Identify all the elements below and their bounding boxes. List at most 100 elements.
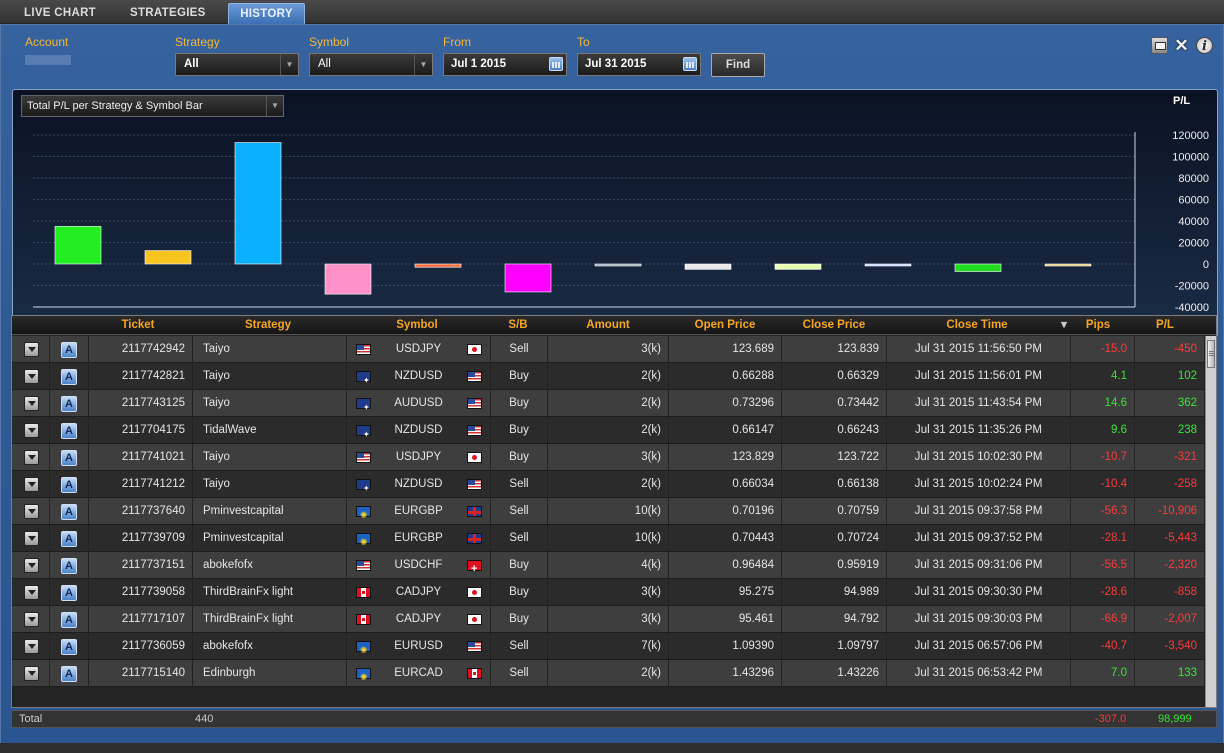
tab-strategies[interactable]: STRATEGIES: [120, 3, 216, 24]
row-dropdown-icon[interactable]: [24, 477, 39, 492]
table-row[interactable]: A 2117742821TaiyoNZDUSDBuy2(k)0.662880.66…: [12, 363, 1205, 390]
row-dropdown-icon[interactable]: [24, 342, 39, 357]
close-icon[interactable]: ✕: [1173, 37, 1190, 54]
tab-history[interactable]: HISTORY: [228, 3, 305, 24]
pl-cell: -321: [1135, 444, 1205, 471]
column-header-close-price[interactable]: Close Price: [782, 316, 886, 335]
analyze-icon[interactable]: A: [61, 558, 77, 574]
flag-icon: [467, 506, 482, 517]
bottom-strip: [0, 743, 1224, 753]
analyze-icon[interactable]: A: [61, 396, 77, 412]
row-dropdown-icon[interactable]: [24, 396, 39, 411]
analyze-icon[interactable]: A: [61, 531, 77, 547]
table-row[interactable]: A 2117736059abokefofxEURUSDSell7(k)1.0939…: [12, 633, 1205, 660]
side-cell: Buy: [491, 390, 548, 417]
pips-cell: -28.6: [1071, 579, 1135, 606]
column-header-pips[interactable]: Pips: [1072, 316, 1124, 335]
pips-cell: 7.0: [1071, 660, 1135, 687]
from-date-field[interactable]: Jul 1 2015: [443, 53, 567, 76]
analyze-icon[interactable]: A: [61, 504, 77, 520]
symbol-select[interactable]: All ▼: [309, 53, 433, 76]
analyze-icon[interactable]: A: [61, 612, 77, 628]
column-header-amount[interactable]: Amount: [548, 316, 668, 335]
analyze-icon[interactable]: A: [61, 423, 77, 439]
column-header-strategy[interactable]: Strategy: [192, 316, 344, 335]
row-dropdown-icon[interactable]: [24, 369, 39, 384]
scrollbar-thumb[interactable]: [1207, 340, 1215, 368]
tab-live-chart[interactable]: LIVE CHART: [14, 3, 106, 24]
strategy-select[interactable]: All ▼: [175, 53, 299, 76]
strategy-cell: Pminvestcapital: [193, 525, 347, 552]
from-label: From: [443, 35, 471, 49]
table-row[interactable]: A 2117741212TaiyoNZDUSDSell2(k)0.660340.6…: [12, 471, 1205, 498]
table-row[interactable]: A 2117739709PminvestcapitalEURGBPSell10(k…: [12, 525, 1205, 552]
chevron-down-icon[interactable]: ▼: [414, 54, 432, 75]
side-cell: Sell: [491, 336, 548, 363]
analyze-icon[interactable]: A: [61, 639, 77, 655]
row-dropdown-icon[interactable]: [24, 558, 39, 573]
row-dropdown-icon[interactable]: [24, 666, 39, 681]
side-cell: Sell: [491, 660, 548, 687]
chevron-down-icon[interactable]: ▼: [280, 54, 298, 75]
row-dropdown-icon[interactable]: [24, 639, 39, 654]
row-menu-cell: [12, 552, 50, 579]
ticket-cell: 2117717107: [89, 606, 193, 633]
analyze-icon[interactable]: A: [61, 666, 77, 682]
table-row[interactable]: A 2117715140EdinburghEURCADSell2(k)1.4329…: [12, 660, 1205, 687]
row-dropdown-icon[interactable]: [24, 612, 39, 627]
row-menu-cell: [12, 336, 50, 363]
row-dropdown-icon[interactable]: [24, 585, 39, 600]
calendar-icon[interactable]: [549, 57, 563, 71]
account-value[interactable]: [25, 55, 71, 65]
analyze-icon[interactable]: A: [61, 342, 77, 358]
row-action-cell: A: [50, 363, 89, 390]
row-action-cell: A: [50, 525, 89, 552]
find-button[interactable]: Find: [711, 53, 765, 77]
info-icon[interactable]: i: [1196, 37, 1213, 54]
strategy-cell: abokefofx: [193, 633, 347, 660]
analyze-icon[interactable]: A: [61, 477, 77, 493]
calendar-icon[interactable]: [683, 57, 697, 71]
table-row[interactable]: A 2117737640PminvestcapitalEURGBPSell10(k…: [12, 498, 1205, 525]
side-cell: Buy: [491, 579, 548, 606]
table-row[interactable]: A 2117704175TidalWaveNZDUSDBuy2(k)0.66147…: [12, 417, 1205, 444]
table-row[interactable]: A 2117739058 ThirdBrainFx light CADJPY Buy 3(…: [12, 579, 1205, 606]
flag-icon: [467, 533, 482, 544]
column-header-open-price[interactable]: Open Price: [669, 316, 781, 335]
pips-cell: -15.0: [1071, 336, 1135, 363]
ticket-cell: 2117704175: [89, 417, 193, 444]
symbol-cell: USDJPY: [347, 444, 491, 471]
row-dropdown-icon[interactable]: [24, 531, 39, 546]
vertical-scrollbar[interactable]: [1205, 336, 1216, 707]
chart-type-select[interactable]: Total P/L per Strategy & Symbol Bar ▼: [21, 95, 284, 117]
save-icon[interactable]: [1151, 37, 1168, 54]
column-header-symbol[interactable]: Symbol: [346, 316, 488, 335]
chevron-down-icon[interactable]: ▼: [266, 96, 283, 116]
y-tick-label: 40000: [1178, 216, 1209, 228]
table-row[interactable]: A 2117737151abokefofxUSDCHFBuy4(k)0.96484…: [12, 552, 1205, 579]
column-header-pl[interactable]: P/L: [1135, 316, 1195, 335]
column-header-ticket[interactable]: Ticket: [88, 316, 188, 335]
row-action-cell: A: [50, 579, 89, 606]
table-row[interactable]: A 2117743125TaiyoAUDUSDBuy2(k)0.732960.73…: [12, 390, 1205, 417]
table-row[interactable]: A 2117742942 Taiyo USDJPY Sell 3(k) 123.689 123…: [12, 336, 1205, 363]
row-dropdown-icon[interactable]: [24, 504, 39, 519]
close-time-cell: Jul 31 2015 10:02:24 PM: [887, 471, 1071, 498]
symbol-cell: NZDUSD: [347, 417, 491, 444]
analyze-icon[interactable]: A: [61, 585, 77, 601]
history-table: Ticket Strategy Symbol S/B Amount Open P…: [11, 315, 1217, 708]
open-price-cell: 0.66147: [669, 417, 782, 444]
close-price-cell: 0.70724: [782, 525, 887, 552]
row-dropdown-icon[interactable]: [24, 450, 39, 465]
table-row[interactable]: A 2117741021 Taiyo USDJPY Buy 3(k) 123.829 123.…: [12, 444, 1205, 471]
close-time-cell: Jul 31 2015 06:53:42 PM: [887, 660, 1071, 687]
sort-desc-icon[interactable]: ▾: [1057, 316, 1071, 335]
analyze-icon[interactable]: A: [61, 450, 77, 466]
column-header-close-time[interactable]: Close Time: [888, 316, 1066, 335]
table-row[interactable]: A 2117717107 ThirdBrainFx light CADJPY Buy 3(…: [12, 606, 1205, 633]
column-header-sb[interactable]: S/B: [490, 316, 546, 335]
analyze-icon[interactable]: A: [61, 369, 77, 385]
strategy-label: Strategy: [175, 35, 220, 49]
row-dropdown-icon[interactable]: [24, 423, 39, 438]
to-date-field[interactable]: Jul 31 2015: [577, 53, 701, 76]
